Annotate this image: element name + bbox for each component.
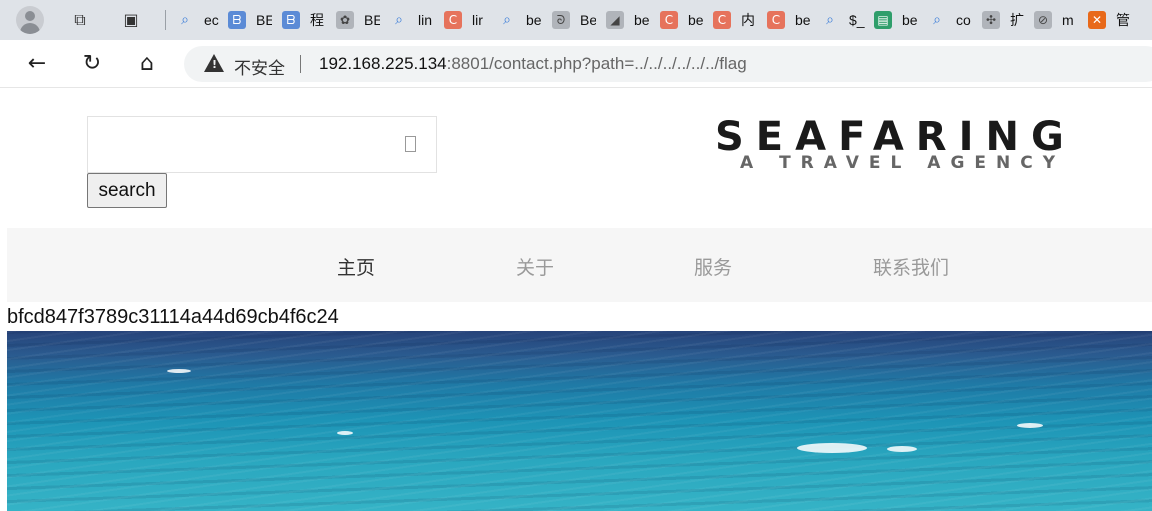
browser-tab[interactable]: Cbe	[767, 8, 811, 32]
tab-label: $_	[849, 12, 865, 28]
hero-ocean-image	[7, 331, 1152, 511]
home-icon[interactable]: ⌂	[134, 51, 160, 77]
tab-label: 程	[310, 12, 324, 28]
tab-label: be	[634, 12, 650, 28]
wave-foam	[1017, 423, 1043, 428]
tab-label: m	[1062, 12, 1074, 28]
b-icon: ᗷ	[282, 11, 300, 29]
missing-glyph-icon	[405, 136, 416, 152]
url-text[interactable]: 192.168.225.134:8801/contact.php?path=..…	[319, 54, 747, 74]
search-input[interactable]	[87, 116, 437, 173]
browser-tab[interactable]: Cbe	[660, 8, 704, 32]
tab-label: 内	[741, 12, 755, 28]
reload-icon[interactable]: ↻	[79, 51, 105, 77]
tab-label: Be	[580, 12, 596, 28]
browser-tab[interactable]: Clir	[444, 8, 488, 32]
browser-tab[interactable]: ▤ be	[874, 8, 918, 32]
tab-label: BE	[364, 12, 380, 28]
browser-tab[interactable]: ⊘ m	[1034, 8, 1078, 32]
tab-label: be	[688, 12, 704, 28]
puzzle-icon: ✣	[982, 11, 1000, 29]
bird-icon: ᘐ	[552, 11, 570, 29]
xampp-icon: ✕	[1088, 11, 1106, 29]
nav-item-home[interactable]: 主页	[337, 253, 375, 280]
wave-foam	[337, 431, 353, 435]
browser-tab[interactable]: ⌕ lin	[390, 8, 434, 32]
browser-tab[interactable]: ᘐ Be	[552, 8, 596, 32]
web-page: search SEAFARING A TRAVEL AGENCY 主页 关于 服…	[7, 89, 1152, 511]
tab-label: lin	[418, 12, 433, 28]
search-icon: ⌕	[503, 12, 511, 28]
browser-tab[interactable]: ⌕ be	[498, 8, 542, 32]
browser-tab[interactable]: ✣ 扩	[982, 8, 1026, 32]
browser-tab[interactable]: ✿ BE	[336, 8, 380, 32]
tab-actions-icon[interactable]: ▣	[120, 9, 142, 31]
tab-separator	[165, 10, 166, 30]
browser-tab[interactable]: ⌕ ec	[176, 8, 220, 32]
c-icon: C	[713, 11, 731, 29]
tab-label: 管	[1116, 12, 1130, 28]
tab-label: 扩	[1010, 12, 1024, 28]
wave-foam	[887, 446, 917, 452]
search-icon: ⌕	[826, 12, 834, 28]
browser-tab[interactable]: ⌕ $_	[821, 8, 865, 32]
warning-icon	[204, 54, 224, 72]
c-icon: C	[444, 11, 462, 29]
address-bar[interactable]: 不安全 192.168.225.134:8801/contact.php?pat…	[184, 46, 1152, 82]
tab-label: be	[902, 12, 918, 28]
security-label: 不安全	[234, 59, 285, 78]
back-arrow-icon[interactable]: ←	[24, 51, 50, 77]
c-icon: C	[660, 11, 678, 29]
search-button[interactable]: search	[87, 173, 167, 208]
url-host: 192.168.225.134	[319, 54, 447, 73]
browser-tab[interactable]: ◢ be	[606, 8, 650, 32]
nav-item-services[interactable]: 服务	[694, 253, 732, 280]
nav-item-contact[interactable]: 联系我们	[873, 253, 949, 280]
browser-tab[interactable]: ✕ 管	[1088, 8, 1132, 32]
wave-foam	[797, 443, 867, 453]
browser-tab-strip: ⧉ ▣ ⌕ ec ᗷ BE ᗷ程 ✿ BE ⌕ lin Clir ⌕ be ᘐ Be ◢ be…	[0, 0, 1152, 40]
profile-avatar[interactable]	[16, 6, 44, 34]
triangle-icon: ◢	[606, 11, 624, 29]
browser-toolbar: ← ↻ ⌂ 不安全 192.168.225.134:8801/contact.p…	[0, 40, 1152, 88]
browser-tab[interactable]: C内	[713, 8, 757, 32]
tab-label: lir	[472, 12, 483, 28]
blocked-icon: ⊘	[1034, 11, 1052, 29]
browser-tab[interactable]: ᗷ程	[282, 8, 326, 32]
tab-label: BE	[256, 12, 272, 28]
workspaces-icon[interactable]: ⧉	[69, 9, 91, 31]
browser-tab[interactable]: ⌕ co	[928, 8, 972, 32]
tab-label: be	[526, 12, 542, 28]
nav-item-about[interactable]: 关于	[516, 253, 554, 280]
flag-output-text: bfcd847f3789c31114a44d69cb4f6c24	[7, 306, 339, 328]
search-icon: ⌕	[933, 12, 941, 28]
tab-label: be	[795, 12, 811, 28]
c-icon: C	[767, 11, 785, 29]
b-icon: ᗷ	[228, 11, 246, 29]
main-navigation: 主页 关于 服务 联系我们	[7, 228, 1152, 302]
flower-icon: ✿	[336, 11, 354, 29]
search-icon: ⌕	[181, 12, 189, 28]
url-path: :8801/contact.php?path=../../../../../..…	[446, 54, 747, 73]
browser-tab[interactable]: ᗷ BE	[228, 8, 272, 32]
site-logo-subtitle: A TRAVEL AGENCY	[740, 153, 1066, 173]
search-icon: ⌕	[395, 12, 403, 28]
sheet-icon: ▤	[874, 11, 892, 29]
wave-foam	[167, 369, 191, 373]
address-separator	[300, 55, 301, 73]
tab-label: co	[956, 12, 971, 28]
tab-label: ec	[204, 12, 219, 28]
